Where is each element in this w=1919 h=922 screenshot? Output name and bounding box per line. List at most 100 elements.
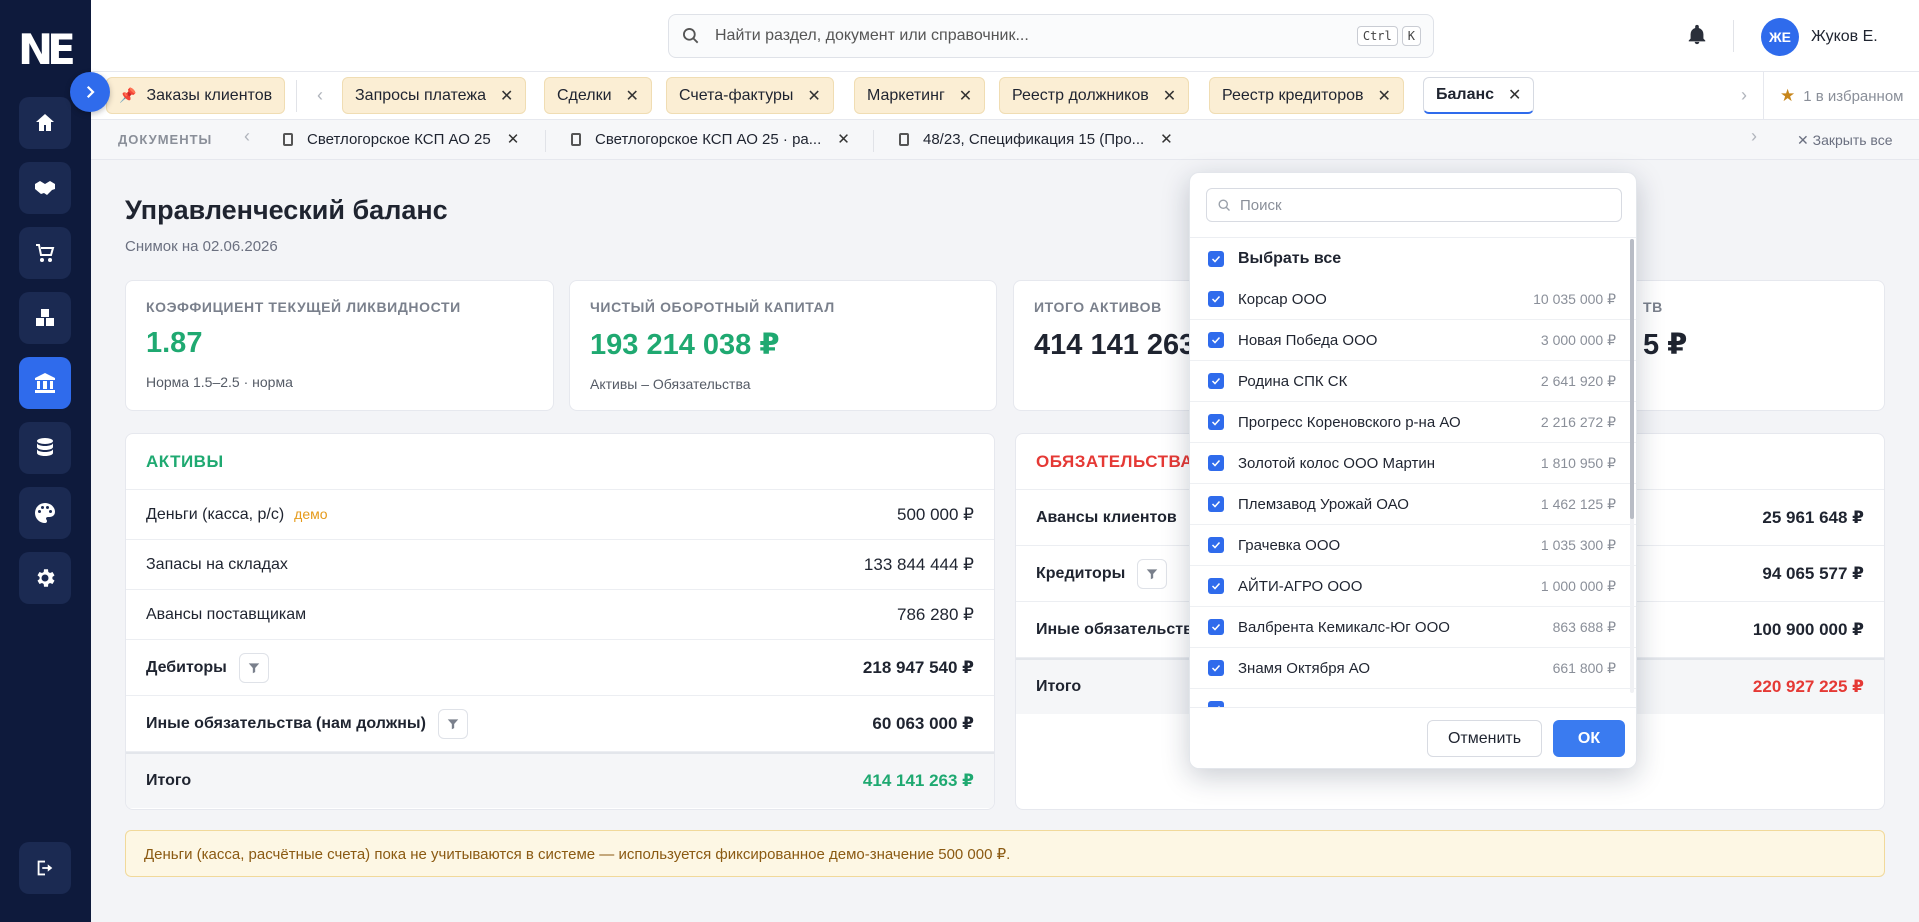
tab-balance[interactable]: Баланс ✕ <box>1423 77 1535 114</box>
doc-tab-1[interactable]: Светлогорское КСП АО 25 ✕ <box>283 130 519 148</box>
item-name: Грачевка ООО <box>1238 536 1341 554</box>
doc-tab-2[interactable]: Светлогорское КСП АО 25 · ра... ✕ <box>571 130 850 148</box>
user-name[interactable]: Жуков Е. <box>1811 28 1878 46</box>
list-item[interactable]: Новая Победа ООО 3 000 000 ₽ <box>1190 320 1636 361</box>
close-icon[interactable]: ✕ <box>959 86 972 106</box>
close-icon[interactable]: ✕ <box>1160 130 1173 148</box>
filter-icon <box>248 662 260 673</box>
list-item[interactable]: Корсар ООО 10 035 000 ₽ <box>1190 279 1636 320</box>
list-item[interactable]: Знамя Октября АО 661 800 ₽ <box>1190 648 1636 689</box>
scrollbar-thumb[interactable] <box>1630 239 1634 519</box>
close-all-button[interactable]: ✕ Закрыть все <box>1797 132 1893 149</box>
select-all-checkbox[interactable]: Выбрать все <box>1190 238 1636 279</box>
kpi-hint: Норма 1.5–2.5 · норма <box>146 374 293 390</box>
tab-creditors-registry[interactable]: Реестр кредиторов ✕ <box>1209 77 1404 114</box>
page-title: Управленческий баланс <box>125 195 448 225</box>
tab-pinned-orders[interactable]: 📌 Заказы клиентов <box>106 77 286 114</box>
tabs-scroll-right-icon[interactable]: › <box>1741 85 1747 106</box>
close-icon[interactable]: ✕ <box>507 130 520 148</box>
nav-settings[interactable] <box>19 552 71 604</box>
row-label: Иные обязательства (нам должны) <box>146 714 426 732</box>
debtors-filter-button[interactable] <box>238 652 269 683</box>
tabs-bar: 📌 Заказы клиентов ‹ Запросы платежа ✕ Сде… <box>91 72 1919 120</box>
close-icon[interactable]: ✕ <box>1163 86 1176 106</box>
checkbox-checked-icon <box>1208 291 1224 307</box>
tab-label: Заказы клиентов <box>146 86 273 104</box>
kpi-hint: Активы – Обязательства <box>590 376 751 392</box>
doc-tab-3[interactable]: 48/23, Спецификация 15 (Про... ✕ <box>899 130 1173 148</box>
dropdown-footer: Отменить ОК <box>1190 707 1636 768</box>
demo-notice: Деньги (касса, расчётные счета) пока не … <box>125 830 1885 877</box>
logout-button[interactable] <box>19 842 71 894</box>
boxes-icon <box>36 309 54 326</box>
sidebar-expand-button[interactable] <box>70 72 110 112</box>
notifications-button[interactable] <box>1686 24 1708 46</box>
close-icon[interactable]: ✕ <box>807 86 820 106</box>
dropdown-list[interactable]: Выбрать все Корсар ООО 10 035 000 ₽ Новая… <box>1190 237 1636 707</box>
close-icon[interactable]: ✕ <box>500 86 513 106</box>
bank-icon <box>35 373 55 393</box>
nav-cart[interactable] <box>19 227 71 279</box>
list-item[interactable]: Племзавод Урожай ОАО 1 462 125 ₽ <box>1190 484 1636 525</box>
tab-label: Маркетинг <box>867 86 945 104</box>
global-search-input[interactable]: Найти раздел, документ или справочник...… <box>668 14 1434 58</box>
close-icon[interactable]: ✕ <box>1508 85 1521 105</box>
tabs-scroll-left-icon[interactable]: ‹ <box>317 85 323 106</box>
filter-dropdown: Поиск Выбрать все Корсар ООО 10 035 000 ₽… <box>1189 172 1637 769</box>
item-sum: 10 035 000 ₽ <box>1533 290 1616 307</box>
close-icon[interactable]: ✕ <box>1378 86 1391 106</box>
row-amount: 218 947 540 ₽ <box>862 657 974 677</box>
list-item[interactable]: Валбрента Кемикалс-Юг ООО 863 688 ₽ <box>1190 607 1636 648</box>
nav-deals[interactable] <box>19 162 71 214</box>
cancel-button[interactable]: Отменить <box>1427 720 1542 757</box>
nav-home[interactable] <box>19 97 71 149</box>
list-item-partial[interactable] <box>1190 689 1636 707</box>
item-sum: 1 810 950 ₽ <box>1540 454 1616 471</box>
tab-marketing[interactable]: Маркетинг ✕ <box>854 77 986 114</box>
document-icon <box>899 132 909 146</box>
ok-button[interactable]: ОК <box>1553 720 1625 757</box>
list-item[interactable]: Родина СПК СК 2 641 920 ₽ <box>1190 361 1636 402</box>
row-label: Иные обязательства <box>1036 620 1202 638</box>
tab-debtors-registry[interactable]: Реестр должников ✕ <box>999 77 1190 114</box>
item-sum: 661 800 ₽ <box>1552 659 1616 676</box>
list-item[interactable]: АЙТИ-АГРО ООО 1 000 000 ₽ <box>1190 566 1636 607</box>
app-logo[interactable]: NE <box>18 28 76 72</box>
favorites-counter[interactable]: ★ 1 в избранном <box>1780 86 1903 106</box>
table-row: Дебиторы 218 947 540 ₽ <box>126 640 994 696</box>
tab-label: Запросы платежа <box>355 86 486 104</box>
docs-scroll-left-icon[interactable]: ‹ <box>244 126 250 147</box>
close-all-label: Закрыть все <box>1812 132 1893 148</box>
checkbox-checked-icon <box>1208 414 1224 430</box>
checkbox-checked-icon <box>1208 373 1224 389</box>
kpi-liquidity: КОЭФФИЦИЕНТ ТЕКУЩЕЙ ЛИКВИДНОСТИ 1.87 Нор… <box>125 280 554 411</box>
dropdown-scrollbar[interactable] <box>1630 239 1634 693</box>
tab-deals[interactable]: Сделки ✕ <box>544 77 652 114</box>
filter-icon <box>447 718 459 729</box>
search-icon <box>1218 199 1230 211</box>
dropdown-search-input[interactable]: Поиск <box>1206 188 1622 222</box>
list-item[interactable]: Грачевка ООО 1 035 300 ₽ <box>1190 525 1636 566</box>
nav-palette[interactable] <box>19 487 71 539</box>
checkbox-checked-icon <box>1208 578 1224 594</box>
nav-bank[interactable] <box>19 357 71 409</box>
user-avatar[interactable]: ЖЕ <box>1761 18 1799 56</box>
documents-label: ДОКУМЕНТЫ <box>118 132 213 147</box>
docs-scroll-right-icon[interactable]: › <box>1751 126 1757 147</box>
home-icon <box>36 114 54 131</box>
tab-invoices[interactable]: Счета-фактуры ✕ <box>666 77 834 114</box>
tab-payment-requests[interactable]: Запросы платежа ✕ <box>342 77 527 114</box>
row-label: Запасы на складах <box>146 555 288 573</box>
nav-database[interactable] <box>19 422 71 474</box>
creditors-filter-button[interactable] <box>1137 558 1168 589</box>
list-item[interactable]: Золотой колос ООО Мартин 1 810 950 ₽ <box>1190 443 1636 484</box>
close-icon[interactable]: ✕ <box>626 86 639 106</box>
tabs-divider <box>296 80 297 112</box>
list-item[interactable]: Прогресс Кореновского р-на АО 2 216 272 ₽ <box>1190 402 1636 443</box>
doc-tab-label: 48/23, Спецификация 15 (Про... <box>923 130 1145 148</box>
row-label: Авансы поставщикам <box>146 605 307 623</box>
close-icon[interactable]: ✕ <box>837 130 850 148</box>
cart-icon <box>36 244 55 262</box>
nav-warehouse[interactable] <box>19 292 71 344</box>
other-receivables-filter-button[interactable] <box>437 708 468 739</box>
